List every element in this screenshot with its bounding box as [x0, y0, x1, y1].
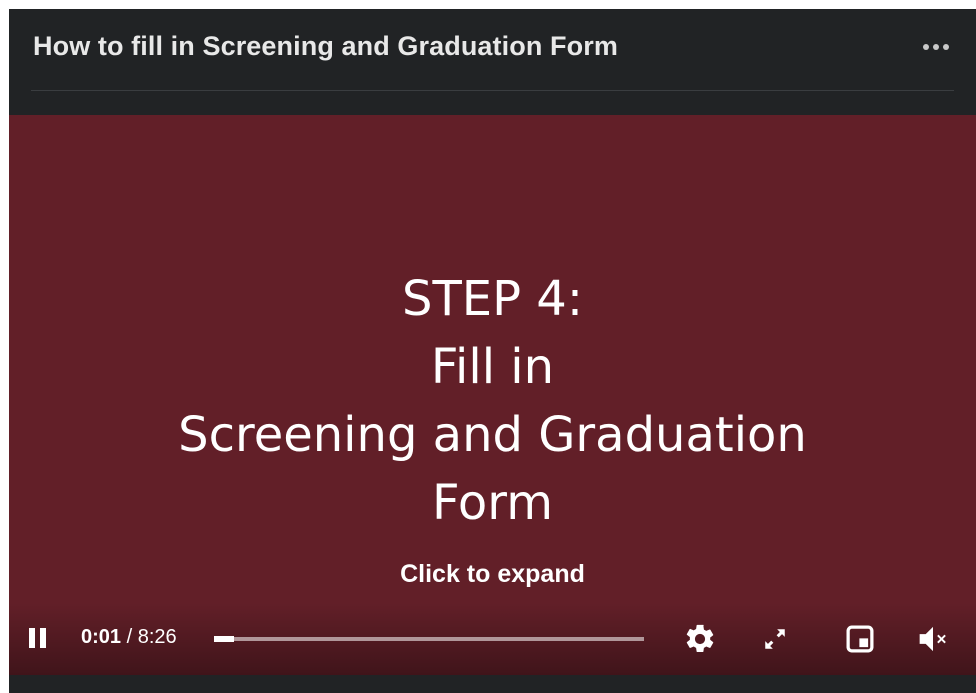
dot [943, 44, 949, 50]
slide-line-2: Fill in [430, 339, 555, 395]
progress-bar[interactable] [214, 636, 644, 642]
progress-fill [214, 636, 234, 642]
slide-line-3: Screening and Graduation [178, 407, 807, 463]
dot [933, 44, 939, 50]
duration: 8:26 [137, 626, 177, 648]
slide-text: STEP 4: Fill in Screening and Graduation… [9, 265, 976, 537]
time-separator: / [121, 626, 138, 648]
header-divider [31, 90, 954, 91]
card-header: How to fill in Screening and Graduation … [9, 9, 976, 115]
pause-icon[interactable] [27, 626, 51, 652]
video-card: How to fill in Screening and Graduation … [9, 9, 976, 693]
picture-in-picture-icon[interactable] [841, 621, 879, 657]
video-title: How to fill in Screening and Graduation … [33, 31, 618, 61]
muted-speaker-icon[interactable] [914, 621, 952, 657]
time-display: 0:01 / 8:26 [81, 626, 177, 649]
video-player[interactable]: STEP 4: Fill in Screening and Graduation… [9, 115, 976, 675]
card-footer [9, 675, 976, 693]
slide-line-4: Form [432, 475, 553, 531]
fullscreen-icon[interactable] [756, 621, 794, 657]
slide-line-1: STEP 4: [401, 271, 584, 327]
player-controls: 0:01 / 8:26 [9, 603, 976, 675]
current-time: 0:01 [81, 626, 122, 648]
dot [923, 44, 929, 50]
more-options-icon[interactable] [916, 39, 956, 55]
click-to-expand-link[interactable]: Click to expand [9, 560, 976, 589]
settings-gear-icon[interactable] [681, 621, 719, 657]
